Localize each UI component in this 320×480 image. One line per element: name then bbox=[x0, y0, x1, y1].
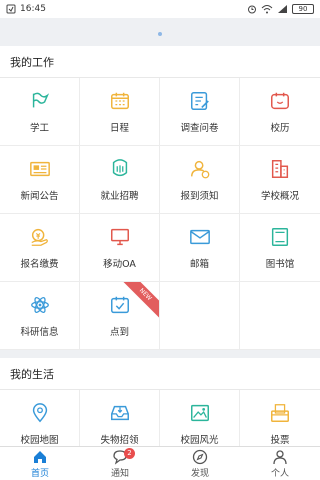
checkin-icon bbox=[110, 296, 129, 313]
map-pin-icon bbox=[32, 402, 47, 422]
nav-item-person[interactable]: 个人 bbox=[240, 447, 320, 480]
grid-item-book[interactable]: 图书馆 bbox=[240, 214, 320, 282]
grid-item-label: 移动OA bbox=[103, 258, 136, 270]
section-title-life: 我的生活 bbox=[0, 358, 320, 390]
grid-item-label: 学工 bbox=[29, 122, 49, 134]
grid-item-label: 校历 bbox=[270, 122, 290, 134]
atom-icon bbox=[30, 296, 49, 313]
grid-item-survey[interactable]: 调查问卷 bbox=[160, 78, 240, 146]
section-title-work: 我的工作 bbox=[0, 46, 320, 78]
nav-item-label: 个人 bbox=[270, 468, 289, 479]
grid-item-label: 点到 bbox=[109, 326, 129, 338]
grid-item-label: 调查问卷 bbox=[180, 122, 219, 134]
grid-item-building[interactable]: 学校概况 bbox=[240, 146, 320, 214]
school-calendar-icon bbox=[271, 92, 289, 109]
monitor-icon bbox=[110, 228, 129, 245]
inbox-icon bbox=[110, 405, 129, 420]
payment-icon bbox=[30, 228, 48, 246]
calendar-icon bbox=[110, 92, 129, 109]
grid-item-label: 学校概况 bbox=[260, 190, 299, 202]
nav-item-home[interactable]: 首页 bbox=[0, 447, 80, 480]
bottom-nav: 首页 通知 2 发现 个人 bbox=[0, 446, 320, 480]
nav-item-chat[interactable]: 通知 2 bbox=[80, 447, 160, 480]
book-icon bbox=[271, 227, 289, 246]
status-bar: 16:45 90 bbox=[0, 0, 320, 18]
image-icon bbox=[190, 404, 209, 421]
nav-item-compass[interactable]: 发现 bbox=[160, 447, 240, 480]
grid-item-label: 投票 bbox=[270, 434, 290, 446]
compass-icon bbox=[192, 449, 208, 464]
alarm-icon bbox=[248, 5, 256, 14]
grid-item-label: 邮箱 bbox=[189, 258, 209, 270]
banner-area[interactable] bbox=[0, 18, 320, 45]
grid-item-checkin[interactable]: 点到 NEW bbox=[80, 282, 160, 350]
person-icon bbox=[273, 449, 287, 464]
grid-item-label: 报到须知 bbox=[180, 190, 219, 202]
building-icon bbox=[271, 159, 289, 178]
flag-icon bbox=[32, 92, 49, 107]
grid-item-label: 校园风光 bbox=[180, 434, 219, 446]
empty-grid-cell bbox=[160, 282, 240, 350]
grid-item-flag[interactable]: 学工 bbox=[0, 78, 80, 146]
survey-icon bbox=[190, 91, 209, 110]
grid-item-label: 就业招聘 bbox=[100, 190, 139, 202]
grid-item-news[interactable]: 新闻公告 bbox=[0, 146, 80, 214]
section-divider bbox=[0, 350, 320, 358]
grid-item-school-calendar[interactable]: 校历 bbox=[240, 78, 320, 146]
notification-badge: 2 bbox=[124, 448, 135, 459]
grid-item-recruit[interactable]: 就业招聘 bbox=[80, 146, 160, 214]
vote-icon bbox=[271, 403, 289, 422]
grid-item-user-notice[interactable]: 报到须知 bbox=[160, 146, 240, 214]
app-notification-icon bbox=[6, 4, 16, 14]
grid-item-calendar[interactable]: 日程 bbox=[80, 78, 160, 146]
grid-item-label: 科研信息 bbox=[20, 326, 59, 338]
grid-item-label: 报名缴费 bbox=[20, 258, 59, 270]
grid-item-payment[interactable]: 报名缴费 bbox=[0, 214, 80, 282]
grid-item-label: 图书馆 bbox=[265, 258, 295, 270]
status-time: 16:45 bbox=[20, 4, 46, 14]
nav-item-label: 发现 bbox=[190, 468, 209, 479]
wifi-icon bbox=[261, 5, 273, 14]
grid-item-label: 新闻公告 bbox=[20, 190, 59, 202]
grid-item-label: 日程 bbox=[109, 122, 129, 134]
grid-item-label: 失物招领 bbox=[100, 434, 139, 446]
nav-item-label: 通知 bbox=[110, 468, 129, 479]
work-grid: 学工 日程 调查问卷 校历新闻公告 就业招聘 报到须知 学校概况报名缴费 移动OA 邮箱 图书馆科… bbox=[0, 78, 320, 350]
carousel-indicator bbox=[158, 32, 162, 36]
home-icon bbox=[34, 450, 46, 463]
grid-item-mail[interactable]: 邮箱 bbox=[160, 214, 240, 282]
recruit-icon bbox=[112, 158, 127, 176]
grid-item-atom[interactable]: 科研信息 bbox=[0, 282, 80, 350]
empty-grid-cell bbox=[240, 282, 320, 350]
battery-indicator: 90 bbox=[292, 4, 314, 14]
grid-item-monitor[interactable]: 移动OA bbox=[80, 214, 160, 282]
news-icon bbox=[29, 161, 50, 176]
grid-item-label: 校园地图 bbox=[20, 434, 59, 446]
nav-item-label: 首页 bbox=[30, 468, 49, 479]
signal-icon bbox=[278, 5, 287, 13]
user-notice-icon bbox=[190, 160, 209, 178]
mail-icon bbox=[189, 229, 210, 244]
